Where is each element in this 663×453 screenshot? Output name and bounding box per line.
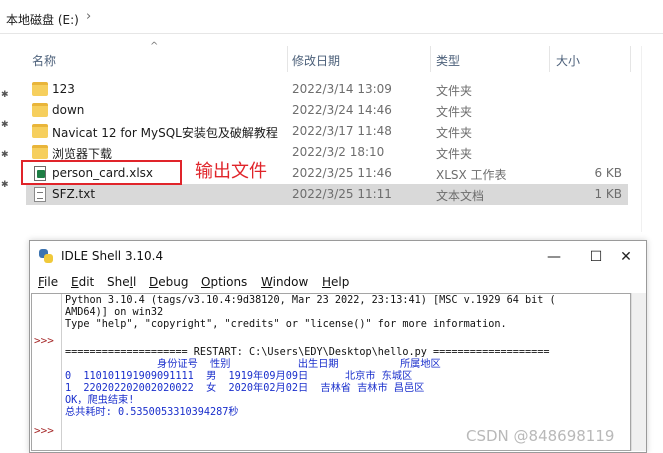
shell-scrollbar[interactable]	[631, 293, 646, 451]
folder-icon	[32, 145, 48, 159]
window-title: IDLE Shell 3.10.4	[61, 249, 164, 263]
output-line: 总共耗时: 0.5350053310394287秒	[65, 407, 239, 418]
menu-debug[interactable]: Debug	[149, 275, 188, 289]
file-row-selected[interactable]: SFZ.txt 2022/3/25 11:11 文本文档 1 KB	[26, 184, 628, 205]
file-list: 123 2022/3/14 13:09 文件夹 down 2022/3/24 1…	[26, 79, 628, 205]
address-bar[interactable]: 本地磁盘 (E:) ›	[0, 0, 663, 34]
txt-file-icon	[34, 187, 46, 202]
breadcrumb[interactable]: 本地磁盘 (E:)	[6, 11, 79, 28]
file-type: 文件夹	[436, 105, 473, 119]
file-name: 123	[52, 82, 75, 96]
file-type: XLSX 工作表	[436, 168, 507, 182]
file-name: down	[52, 103, 85, 117]
menu-help[interactable]: Help	[322, 275, 349, 289]
file-date: 2022/3/2 18:10	[292, 145, 385, 159]
output-line: Python 3.10.4 (tags/v3.10.4:9d38120, Mar…	[65, 295, 556, 306]
file-type: 文本文档	[436, 189, 485, 203]
prompt-gutter: >>> >>>	[32, 294, 62, 450]
column-header-date[interactable]: 修改日期	[292, 52, 340, 69]
idle-shell-window: IDLE Shell 3.10.4 — ☐ ✕ File Edit Shell …	[29, 240, 647, 453]
output-line: OK，爬虫结束!	[65, 395, 135, 406]
file-type: 文件夹	[436, 147, 473, 161]
explorer-scrollbar[interactable]	[641, 46, 642, 232]
file-type: 文件夹	[436, 84, 473, 98]
python-icon	[39, 249, 53, 263]
folder-icon	[32, 103, 48, 117]
menu-shell[interactable]: Shell	[107, 275, 136, 289]
output-line: AMD64)] on win32	[65, 307, 164, 318]
file-name: Navicat 12 for MySQL安装包及破解教程	[52, 126, 278, 140]
menu-options[interactable]: Options	[201, 275, 247, 289]
output-line: 身份证号 性别 出生日期 所属地区	[65, 359, 441, 370]
file-date: 2022/3/24 14:46	[292, 103, 392, 117]
folder-icon	[32, 124, 48, 138]
file-row[interactable]: 123 2022/3/14 13:09 文件夹	[26, 79, 628, 100]
watermark: CSDN @848698119	[466, 427, 615, 445]
file-date: 2022/3/17 11:48	[292, 124, 392, 138]
file-explorer-window: 本地磁盘 (E:) › ^ 名称 修改日期 类型 大小 ✱ ✱ ✱ ✱ 123 …	[0, 0, 663, 232]
shell-prompt: >>>	[34, 424, 54, 437]
column-header-size[interactable]: 大小	[556, 52, 580, 69]
column-header-type[interactable]: 类型	[436, 52, 460, 69]
file-name: SFZ.txt	[52, 187, 96, 201]
file-row[interactable]: Navicat 12 for MySQL安装包及破解教程 2022/3/17 1…	[26, 121, 628, 142]
pin-icon[interactable]: ✱	[1, 90, 9, 100]
file-date: 2022/3/25 11:11	[292, 187, 392, 201]
pin-icon[interactable]: ✱	[1, 120, 9, 130]
title-bar[interactable]: IDLE Shell 3.10.4 — ☐ ✕	[30, 241, 646, 273]
minimize-button[interactable]: —	[534, 244, 574, 270]
file-row[interactable]: down 2022/3/24 14:46 文件夹	[26, 100, 628, 121]
column-header-name[interactable]: 名称	[32, 52, 56, 69]
file-date: 2022/3/14 13:09	[292, 82, 392, 96]
menu-window[interactable]: Window	[261, 275, 308, 289]
file-date: 2022/3/25 11:46	[292, 166, 392, 180]
output-line: 1 220202202002020022 女 2020年02月02日 吉林省 吉…	[65, 383, 425, 394]
menu-bar: File Edit Shell Debug Options Window Hel…	[30, 273, 646, 293]
menu-edit[interactable]: Edit	[71, 275, 94, 289]
pin-icon[interactable]: ✱	[1, 180, 9, 190]
pin-icon[interactable]: ✱	[1, 150, 9, 160]
column-headers: 名称 修改日期 类型 大小	[0, 46, 640, 72]
annotation-label: 输出文件	[195, 161, 267, 182]
chevron-right-icon[interactable]: ›	[86, 9, 91, 24]
output-line: 0 110101191909091111 男 1919年09月09日 北京市 东…	[65, 371, 413, 382]
menu-file[interactable]: File	[38, 275, 58, 289]
annotation-highlight-box	[21, 160, 182, 185]
folder-icon	[32, 82, 48, 96]
output-line: Type "help", "copyright", "credits" or "…	[65, 319, 507, 330]
shell-prompt: >>>	[34, 334, 54, 347]
restart-line: ==================== RESTART: C:\Users\E…	[65, 347, 550, 358]
file-size: 6 KB	[594, 166, 622, 180]
file-type: 文件夹	[436, 126, 473, 140]
close-button[interactable]: ✕	[606, 244, 646, 270]
file-size: 1 KB	[594, 187, 622, 201]
